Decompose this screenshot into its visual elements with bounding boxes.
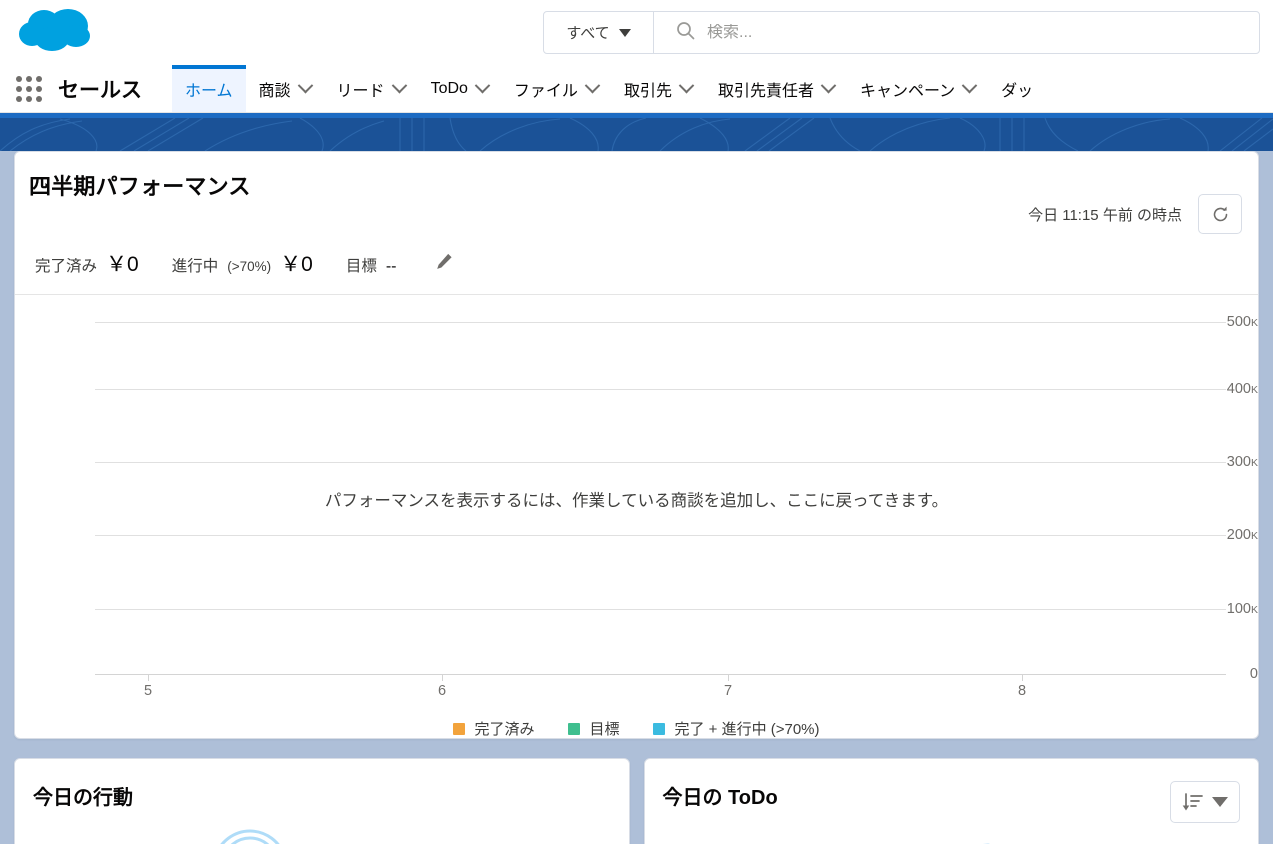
gridline	[95, 609, 1226, 610]
x-axis-tick	[442, 674, 443, 681]
global-header: すべて	[0, 0, 1273, 65]
chevron-down-icon[interactable]	[584, 77, 601, 94]
metric-sub-open: (>70%)	[227, 259, 272, 274]
decorative-banner	[0, 113, 1273, 151]
legend-label: 完了済み	[474, 721, 535, 738]
search-scope-selector[interactable]: すべて	[544, 12, 654, 53]
nav-item-label: 商談	[258, 82, 291, 100]
nav-item-leads[interactable]: リード	[324, 65, 418, 112]
chevron-down-icon[interactable]	[820, 77, 837, 94]
gridline	[95, 322, 1226, 323]
nav-item-label: リード	[336, 82, 385, 100]
chevron-down-icon[interactable]	[297, 77, 313, 94]
edit-goal-button[interactable]	[435, 252, 454, 271]
nav-item-opportunities[interactable]: 商談	[246, 65, 324, 112]
performance-chart: 500K 400K 300K 200K 100K 0 5 6 7 8 パフォーマ…	[15, 295, 1258, 738]
nav-item-home[interactable]: ホーム	[172, 65, 246, 112]
search-scope-label: すべて	[566, 25, 610, 42]
metric-label-goal: 目標	[345, 258, 377, 275]
nav-item-label: ダッ	[1001, 82, 1034, 100]
app-navigation-bar: セールス ホーム 商談 リード ToDo ファイル 取引先 取引先責任者 キャン…	[0, 65, 1273, 113]
legend-swatch-icon	[568, 722, 581, 735]
chart-legend: 完了済み 目標 完了 + 進行中 (>70%)	[15, 718, 1258, 738]
nav-item-label: ToDo	[430, 79, 468, 97]
search-field[interactable]	[654, 12, 1259, 53]
caret-down-icon	[618, 28, 631, 37]
banner-pattern	[0, 117, 1273, 151]
caret-down-icon	[1212, 797, 1228, 807]
chart-empty-message: パフォーマンスを表示するには、作業している商談を追加し、ここに戻ってきます。	[324, 492, 949, 510]
refresh-row: 今日 11:15 午前 の時点	[1028, 194, 1242, 234]
chevron-down-icon[interactable]	[391, 77, 407, 94]
nav-item-label: 取引先責任者	[717, 82, 814, 100]
refresh-button[interactable]	[1198, 194, 1242, 234]
todays-events-card: 今日の行動	[14, 758, 630, 844]
legend-label: 目標	[589, 721, 620, 738]
search-icon	[676, 21, 695, 45]
bottom-cards-row: 今日の行動 今日の ToDo	[14, 758, 1259, 844]
legend-label: 完了 + 進行中 (>70%)	[674, 721, 820, 738]
todays-tasks-card: 今日の ToDo	[643, 758, 1259, 844]
metric-label-open: 進行中	[171, 258, 219, 275]
nav-item-campaigns[interactable]: キャンペーン	[847, 65, 988, 112]
gridline	[95, 389, 1226, 390]
quarterly-performance-card: 四半期パフォーマンス 今日 11:15 午前 の時点 完了済み ￥0 進行中 (…	[14, 151, 1259, 739]
x-axis-tick-label: 6	[437, 683, 447, 699]
activity-rings-illustration	[220, 829, 280, 844]
nav-item-files[interactable]: ファイル	[501, 65, 611, 112]
pencil-icon	[437, 253, 453, 269]
sort-tasks-button[interactable]	[1170, 781, 1240, 823]
salesforce-cloud-logo[interactable]	[18, 6, 96, 58]
gridline	[95, 462, 1226, 463]
search-input[interactable]	[707, 23, 1203, 42]
sort-descending-icon	[1182, 793, 1203, 811]
x-axis-tick	[1022, 674, 1023, 681]
chevron-down-icon[interactable]	[474, 77, 491, 94]
x-axis-tick-label: 5	[143, 683, 153, 699]
x-axis-line	[95, 674, 1226, 675]
nav-item-contacts[interactable]: 取引先責任者	[705, 65, 847, 112]
metric-value-closed: ￥0	[106, 253, 139, 276]
nav-item-label: ホーム	[185, 82, 233, 100]
legend-swatch-icon	[653, 722, 666, 735]
metric-value-goal: --	[385, 258, 397, 275]
card-title: 今日の行動	[33, 787, 133, 809]
metric-value-open: ￥0	[280, 253, 313, 276]
refresh-icon	[1213, 206, 1227, 221]
x-axis-tick-label: 8	[1017, 683, 1027, 699]
page-body: 四半期パフォーマンス 今日 11:15 午前 の時点 完了済み ￥0 進行中 (…	[0, 151, 1273, 844]
x-axis-tick	[148, 674, 149, 681]
legend-swatch-icon	[453, 722, 466, 735]
legend-item-closed-plus-open[interactable]: 完了 + 進行中 (>70%)	[653, 718, 820, 738]
nav-item-dashboards[interactable]: ダッ	[988, 65, 1046, 112]
nav-item-label: ファイル	[513, 82, 578, 100]
tasks-illustration	[982, 843, 990, 844]
nav-item-tasks[interactable]: ToDo	[418, 65, 501, 112]
global-search[interactable]: すべて	[543, 11, 1260, 54]
legend-item-goal[interactable]: 目標	[568, 718, 620, 738]
nav-item-label: 取引先	[623, 82, 672, 100]
card-title: 今日の ToDo	[662, 787, 778, 809]
app-launcher-button[interactable]	[0, 65, 58, 112]
nav-item-accounts[interactable]: 取引先	[611, 65, 705, 112]
x-axis-tick	[728, 674, 729, 681]
metric-label-closed: 完了済み	[35, 258, 98, 275]
chevron-down-icon[interactable]	[678, 77, 695, 94]
x-axis-tick-label: 7	[723, 683, 733, 699]
refresh-timestamp: 今日 11:15 午前 の時点	[1028, 206, 1182, 224]
gridline	[95, 535, 1226, 536]
app-launcher-grid-icon	[16, 75, 42, 102]
legend-item-closed[interactable]: 完了済み	[453, 718, 535, 738]
nav-item-label: キャンペーン	[859, 82, 956, 100]
app-name-label: セールス	[58, 78, 142, 102]
chevron-down-icon[interactable]	[961, 77, 978, 94]
